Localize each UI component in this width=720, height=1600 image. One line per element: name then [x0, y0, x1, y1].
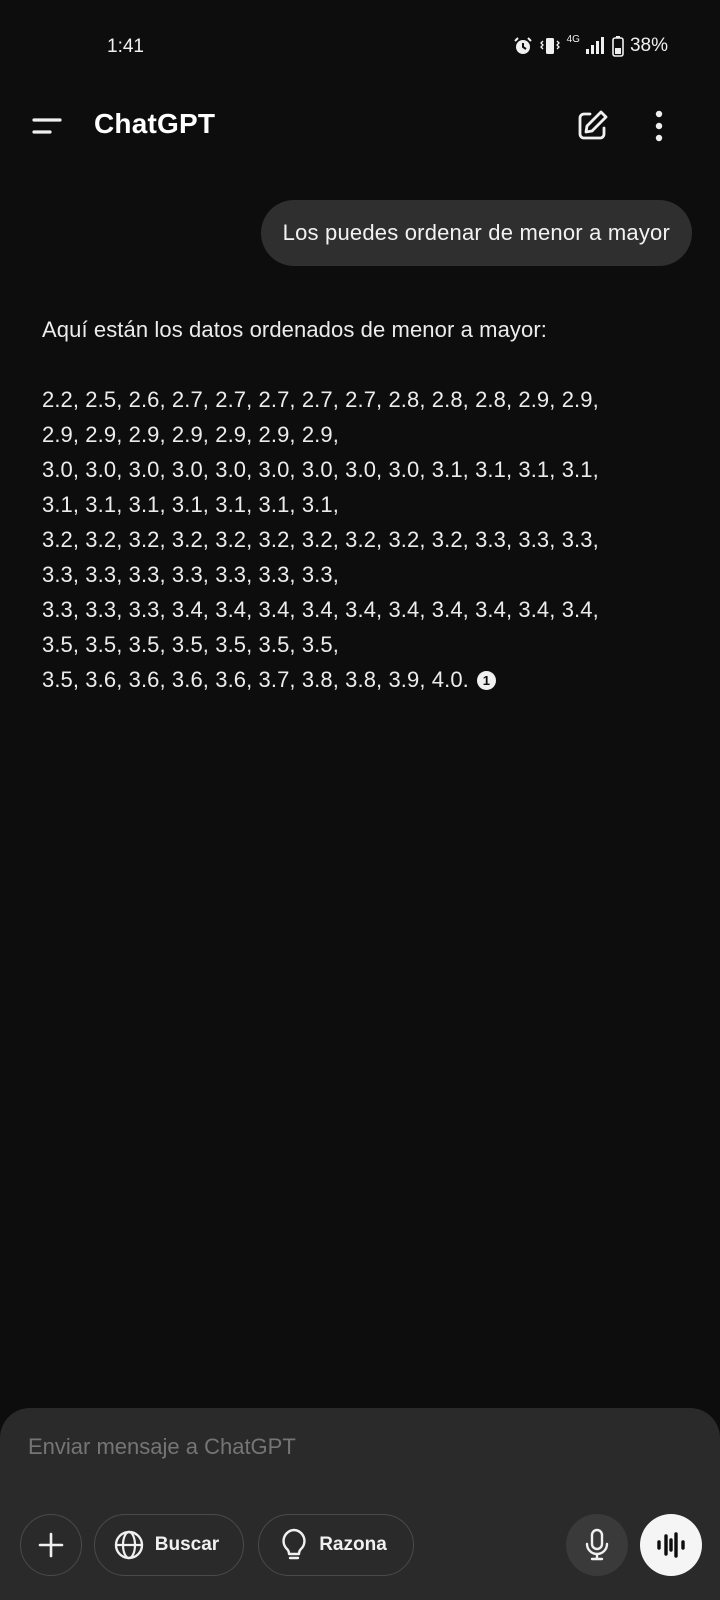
data-line: 3.2, 3.2, 3.2, 3.2, 3.2, 3.2, 3.2, 3.2, …	[42, 527, 599, 552]
message-input[interactable]	[28, 1434, 628, 1460]
plus-icon	[38, 1532, 64, 1558]
vibrate-icon	[539, 36, 561, 56]
citation-badge[interactable]: 1	[476, 671, 496, 690]
status-bar: 1:41 4G 38%	[0, 0, 720, 96]
data-line: 3.3, 3.3, 3.3, 3.3, 3.3, 3.3, 3.3,	[42, 562, 339, 587]
user-message-bubble: Los puedes ordenar de menor a mayor	[260, 200, 692, 266]
assistant-intro: Aquí están los datos ordenados de menor …	[42, 317, 547, 342]
data-line: 3.5, 3.5, 3.5, 3.5, 3.5, 3.5, 3.5,	[42, 632, 339, 657]
globe-icon	[114, 1530, 143, 1560]
battery-percent: 38%	[629, 35, 668, 56]
network-type: 4G	[566, 34, 580, 45]
menu-icon	[32, 118, 62, 134]
data-line-text: 3.5, 3.6, 3.6, 3.6, 3.6, 3.7, 3.8, 3.8, …	[42, 667, 469, 692]
reason-label: Razona	[319, 1534, 387, 1555]
reason-button[interactable]: Razona	[258, 1514, 414, 1576]
data-line-last: 3.5, 3.6, 3.6, 3.6, 3.6, 3.7, 3.8, 3.8, …	[42, 662, 682, 697]
alarm-icon	[513, 36, 533, 56]
microphone-button[interactable]	[566, 1514, 628, 1576]
menu-button[interactable]	[28, 108, 68, 144]
status-icons: 4G 38%	[513, 35, 668, 57]
status-time: 1:41	[107, 36, 144, 57]
more-options-icon	[655, 110, 663, 142]
data-line: 3.0, 3.0, 3.0, 3.0, 3.0, 3.0, 3.0, 3.0, …	[42, 457, 599, 482]
search-button[interactable]: Buscar	[94, 1514, 244, 1576]
app-header: ChatGPT	[0, 96, 720, 156]
signal-icon	[584, 36, 606, 56]
data-line: 3.3, 3.3, 3.3, 3.4, 3.4, 3.4, 3.4, 3.4, …	[42, 597, 599, 622]
data-line: 2.2, 2.5, 2.6, 2.7, 2.7, 2.7, 2.7, 2.7, …	[42, 387, 599, 412]
chatgpt-screen: 1:41 4G 38% ChatGPT Los puedes ordenar d…	[0, 0, 720, 1600]
battery-icon	[612, 35, 624, 57]
new-chat-button[interactable]	[572, 106, 612, 146]
lightbulb-icon	[282, 1528, 306, 1560]
microphone-icon	[585, 1528, 609, 1561]
attach-button[interactable]	[20, 1514, 82, 1576]
assistant-message: Aquí están los datos ordenados de menor …	[42, 312, 682, 697]
voice-mode-button[interactable]	[640, 1514, 702, 1576]
new-chat-icon	[578, 110, 608, 140]
composer: Buscar Razona	[0, 1408, 720, 1600]
data-line: 2.9, 2.9, 2.9, 2.9, 2.9, 2.9, 2.9,	[42, 422, 339, 447]
more-options-button[interactable]	[652, 106, 666, 146]
user-message-text: Los puedes ordenar de menor a mayor	[282, 220, 670, 245]
search-label: Buscar	[154, 1534, 220, 1555]
voice-mode-icon	[657, 1532, 685, 1558]
app-title: ChatGPT	[94, 108, 216, 139]
data-line: 3.1, 3.1, 3.1, 3.1, 3.1, 3.1, 3.1,	[42, 492, 339, 517]
